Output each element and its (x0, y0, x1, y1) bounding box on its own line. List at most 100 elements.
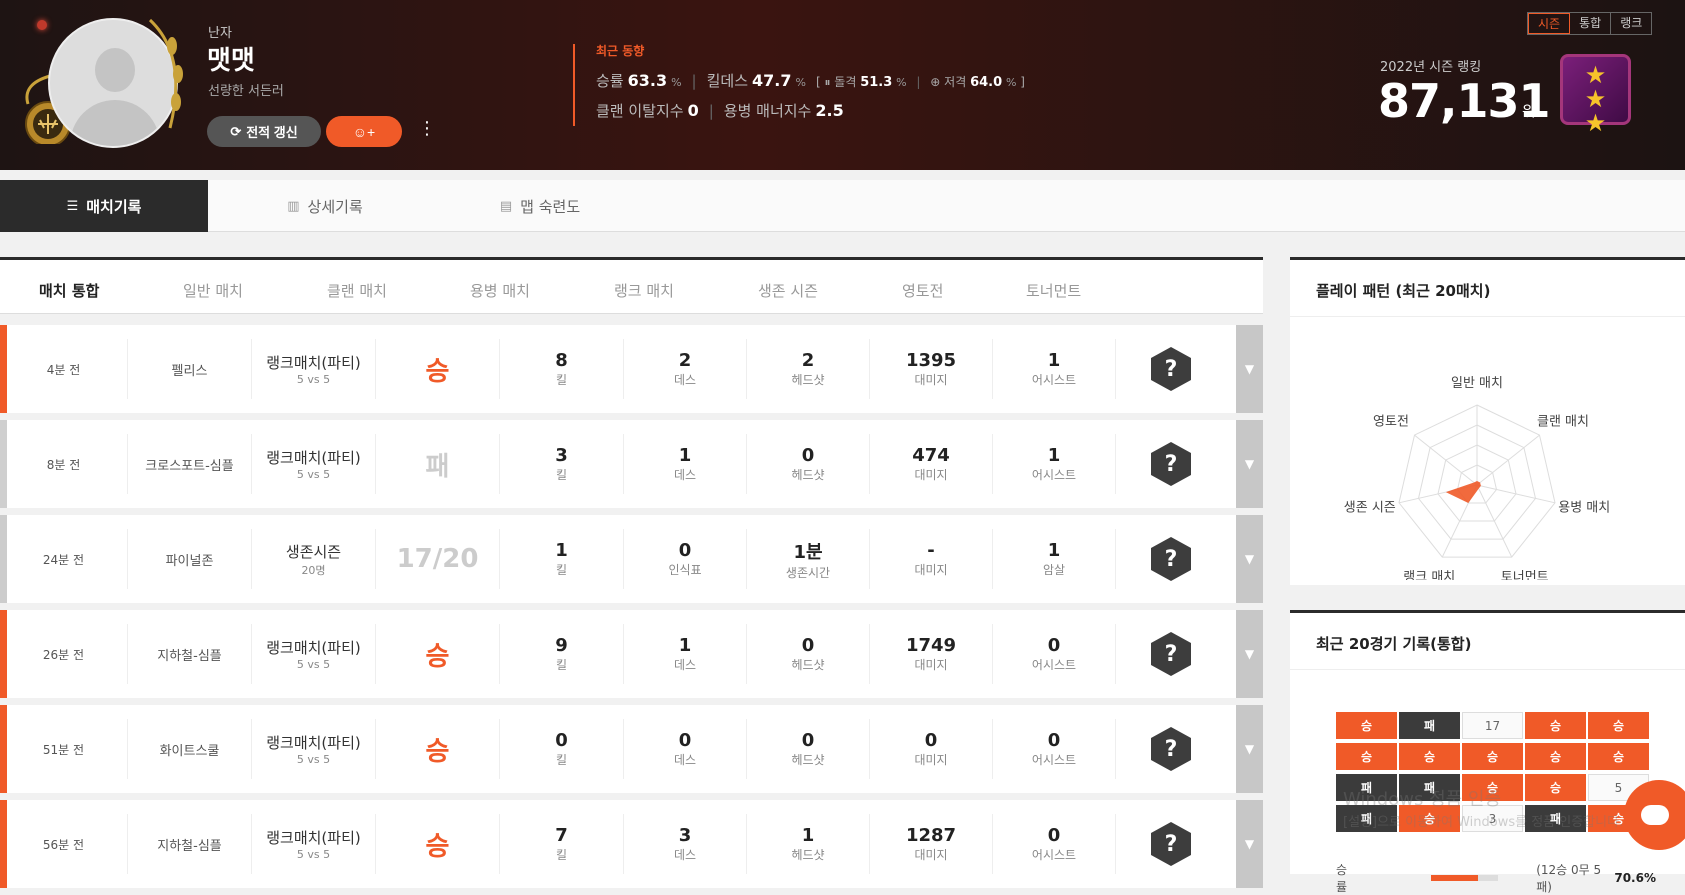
match-result: 승 (376, 719, 500, 779)
match-mode: 랭크매치(파티) 5 vs 5 (252, 339, 376, 399)
match-time: 24분 전 (0, 529, 128, 589)
radar-axis-label: 영토전 (1373, 414, 1409, 429)
match-help-icon[interactable]: ? (1116, 705, 1226, 793)
radar-axis-label: 일반 매치 (1451, 376, 1503, 391)
match-help-icon[interactable]: ? (1116, 610, 1226, 698)
trend-stats-row: 승률 63.3% | 킬데스 47.7% [ ⏸ 돌격 51.3 % | ⊕ 저… (596, 71, 1025, 90)
match-help-icon[interactable]: ? (1116, 420, 1226, 508)
match-stat: 1 헤드샷 (747, 814, 870, 874)
match-stat: 0 헤드샷 (747, 434, 870, 494)
sniper-icon: ⊕ (930, 75, 941, 89)
tab-season[interactable]: 시즌 (1528, 13, 1571, 34)
more-menu-icon[interactable]: ⋮ (418, 118, 436, 139)
radar-axis (1476, 484, 1556, 504)
windows-activation-text: [설정]으로 이동하여 Windows를 정품 인증합니다. (1343, 815, 1624, 830)
radar-axis (1414, 434, 1478, 486)
filter-clan[interactable]: 클랜 매치 (327, 280, 387, 301)
recent20-title: 최근 20경기 기록(통합) (1316, 635, 1472, 653)
filter-all[interactable]: 매치 통합 (39, 280, 99, 301)
filter-survival[interactable]: 생존 시즌 (758, 280, 818, 301)
radar-axis-label: 랭크 매치 (1403, 570, 1455, 580)
radar-axis-label: 용병 매치 (1558, 501, 1610, 516)
winrate-percent: 70.6% (1614, 871, 1656, 885)
expand-row-button[interactable]: ▼ (1236, 420, 1263, 508)
match-row[interactable]: 24분 전 파이널존 생존시즌 20명 17/20 1 킬 0 인식표 1분 생존시간 - 대미지 1 암살… (0, 515, 1263, 603)
match-stat: 0 인식표 (624, 529, 747, 589)
recent-result-cell: 승 (1525, 743, 1586, 770)
tab-total[interactable]: 통합 (1570, 13, 1612, 34)
chevron-down-icon: ▼ (1244, 837, 1255, 851)
sniper-value: 64.0 (970, 75, 1003, 90)
question-hex-icon: ? (1151, 822, 1191, 866)
recent-result-cell: 패 (1399, 712, 1460, 739)
play-pattern-panel: 플레이 패턴 (최근 20매치) 일반 매치 클랜 매치 용병 매치 토너먼트 랭크 매… (1290, 257, 1685, 585)
match-panel: 매치 통합 일반 매치 클랜 매치 용병 매치 랭크 매치 생존 시즌 영토전 … (0, 257, 1263, 888)
filter-merc[interactable]: 용병 매치 (470, 280, 530, 301)
match-map: 지하철-심플 (128, 814, 252, 874)
tab-detail-record[interactable]: ▥ 상세기록 (260, 180, 390, 232)
assault-icon: ⏸ (824, 75, 831, 89)
recent20-winrate-row: 승률 (12승 0무 5패) 70.6% (1336, 861, 1656, 895)
winrate-bar (1430, 875, 1499, 881)
question-hex-icon: ? (1151, 727, 1191, 771)
match-stat: 1395 대미지 (870, 339, 993, 399)
match-map: 크로스포트-심플 (128, 434, 252, 494)
filter-rank[interactable]: 랭크 매치 (614, 280, 674, 301)
gender-label: 난자 (208, 26, 232, 41)
tab-rank[interactable]: 랭크 (1611, 13, 1651, 34)
expand-row-button[interactable]: ▼ (1236, 800, 1263, 888)
match-stat: 2 데스 (624, 339, 747, 399)
expand-row-button[interactable]: ▼ (1236, 325, 1263, 413)
expand-row-button[interactable]: ▼ (1236, 705, 1263, 793)
match-row[interactable]: 8분 전 크로스포트-심플 랭크매치(파티) 5 vs 5 패 3 킬 1 데스 0 헤드샷 474 대… (0, 420, 1263, 508)
match-stat: 1킬 (500, 529, 624, 589)
winrate-label: 승률 (1336, 863, 1348, 894)
match-row[interactable]: 26분 전 지하철-심플 랭크매치(파티) 5 vs 5 승 9 킬 1 데스 0 헤드샷 1749 대… (0, 610, 1263, 698)
expand-row-button[interactable]: ▼ (1236, 515, 1263, 603)
match-help-icon[interactable]: ? (1116, 515, 1226, 603)
radar-axis (1476, 434, 1540, 486)
clan-leave-value: 0 (687, 101, 699, 120)
match-row[interactable]: 56분 전 지하철-심플 랭크매치(파티) 5 vs 5 승 7 킬 3 데스 1 헤드샷 1287 대… (0, 800, 1263, 888)
match-row[interactable]: 51분 전 화이트스쿨 랭크매치(파티) 5 vs 5 승 0 킬 0 데스 0 헤드샷 0 대미지 0 어… (0, 705, 1263, 793)
question-hex-icon: ? (1151, 632, 1191, 676)
trend-title: 최근 동향 (596, 44, 645, 58)
recent-result-cell: 승 (1336, 743, 1397, 770)
profile-header: 난자 맷맷 선량한 서든러 ⟳ 전적 갱신 ☺+ ⋮ 최근 동향 승률 63.3… (0, 0, 1685, 170)
tab-match-record[interactable]: ☰ 매치기록 (0, 180, 208, 232)
tab-map-mastery[interactable]: ▤ 맵 숙련도 (470, 180, 610, 232)
recent-result-cell: 승 (1525, 712, 1586, 739)
match-filter-bar: 매치 통합 일반 매치 클랜 매치 용병 매치 랭크 매치 생존 시즌 영토전 … (0, 257, 1263, 314)
season-tabs: 시즌 통합 랭크 (1527, 12, 1653, 35)
nickname: 맷맷 (207, 46, 255, 76)
match-time: 26분 전 (0, 624, 128, 684)
match-stat: 1287 대미지 (870, 814, 993, 874)
chat-button[interactable] (1624, 780, 1685, 850)
trend-divider (573, 44, 575, 126)
ranking-unit: 위 (1522, 102, 1536, 120)
match-time: 4분 전 (0, 339, 128, 399)
refresh-record-button[interactable]: ⟳ 전적 갱신 (207, 116, 321, 147)
match-mode: 랭크매치(파티) 5 vs 5 (252, 434, 376, 494)
expand-row-button[interactable]: ▼ (1236, 610, 1263, 698)
filter-normal[interactable]: 일반 매치 (183, 280, 243, 301)
match-help-icon[interactable]: ? (1116, 325, 1226, 413)
rank-badge-icon: ★ ★ ★ (1560, 54, 1631, 135)
radar-value-area (1445, 481, 1481, 503)
question-hex-icon: ? (1151, 347, 1191, 391)
recent-result-cell: 승 (1588, 712, 1649, 739)
match-row[interactable]: 4분 전 펠리스 랭크매치(파티) 5 vs 5 승 8 킬 2 데스 2 헤드샷 1395 대미지 1 어… (0, 325, 1263, 413)
kd-value: 47.7 (752, 71, 792, 90)
match-stat: 1 데스 (624, 434, 747, 494)
filter-tournament[interactable]: 토너먼트 (1026, 280, 1081, 301)
match-stat: 0 어시스트 (993, 719, 1116, 779)
match-time: 8분 전 (0, 434, 128, 494)
filter-territory[interactable]: 영토전 (902, 280, 943, 301)
match-stat: 1 데스 (624, 624, 747, 684)
match-help-icon[interactable]: ? (1116, 800, 1226, 888)
record-nav: ☰ 매치기록 ▥ 상세기록 ▤ 맵 숙련도 (0, 180, 1685, 232)
match-mode: 랭크매치(파티) 5 vs 5 (252, 624, 376, 684)
match-stat: 3킬 (500, 434, 624, 494)
add-friend-button[interactable]: ☺+ (326, 116, 402, 147)
refresh-icon: ⟳ (230, 123, 242, 139)
